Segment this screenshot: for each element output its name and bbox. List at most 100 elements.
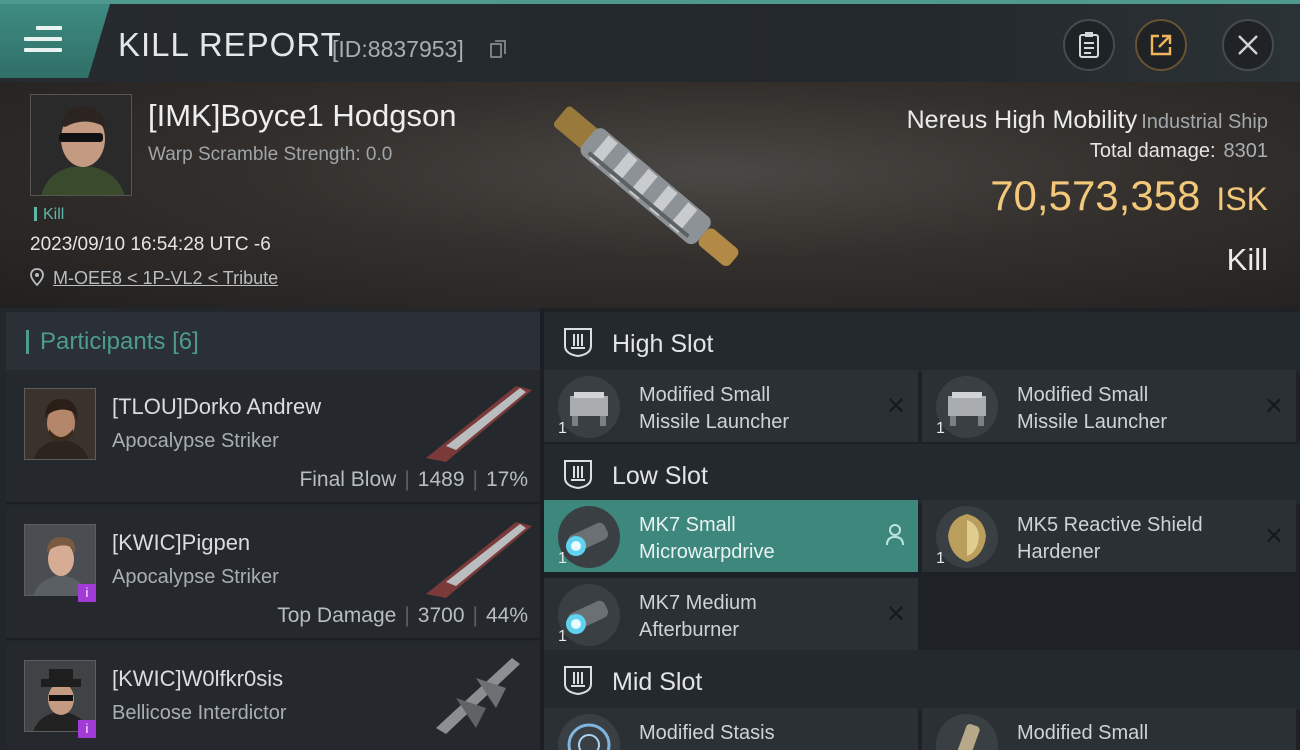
clipboard-button[interactable] bbox=[1063, 19, 1115, 71]
module-name: Modified Small bbox=[1017, 720, 1148, 747]
participant-row[interactable]: i [KWIC]Pigpen Apocalypse Striker Top Da… bbox=[6, 506, 540, 640]
afterburner-icon bbox=[558, 584, 620, 646]
menu-button[interactable] bbox=[0, 4, 110, 78]
report-id: [ID:8837953] bbox=[332, 36, 464, 62]
module-name: MK7 Medium Afterburner bbox=[639, 590, 757, 644]
participant-name: [TLOU]Dorko Andrew bbox=[112, 394, 322, 419]
participant-stats: Final Blow | 1489 | 17% bbox=[299, 468, 528, 491]
module-name-line2: Missile Launcher bbox=[1017, 411, 1168, 433]
low-slot-label: Low Slot bbox=[612, 462, 708, 490]
kill-datetime: 2023/09/10 16:54:28 UTC -6 bbox=[30, 234, 271, 255]
isk-amount: 70,573,358 bbox=[990, 172, 1201, 219]
kill-location-link[interactable]: M-OEE8 < 1P-VL2 < Tribute bbox=[53, 268, 278, 289]
participants-label: Participants bbox=[40, 328, 166, 355]
module-name: MK7 Small Microwarpdrive bbox=[639, 512, 775, 566]
clipboard-icon bbox=[1079, 32, 1099, 58]
participant-ship: Apocalypse Striker bbox=[112, 430, 279, 452]
module-name-line1: MK5 Reactive Shield bbox=[1017, 514, 1203, 536]
module-name-line2: Missile Launcher bbox=[639, 411, 790, 433]
low-slot-icon bbox=[564, 460, 592, 490]
module-name: Modified Small Missile Launcher bbox=[639, 382, 789, 436]
participant-row[interactable]: [TLOU]Dorko Andrew Apocalypse Striker Fi… bbox=[6, 370, 540, 504]
module-quantity: 1 bbox=[936, 420, 945, 437]
microwarpdrive-icon bbox=[558, 506, 620, 568]
mid-slot-icon bbox=[564, 666, 592, 696]
module-name-line1: Modified Small bbox=[1017, 384, 1149, 406]
dropped-person-icon bbox=[886, 524, 904, 546]
page-title: KILL REPORT bbox=[118, 26, 342, 63]
destroyed-icon: ✕ bbox=[885, 393, 906, 420]
participant-row[interactable]: i [KWIC]W0lfkr0sis Bellicose Interdictor bbox=[6, 642, 540, 750]
module-card[interactable]: 1 MK5 Reactive Shield Hardener ✕ bbox=[922, 500, 1296, 572]
mid-slot-header: Mid Slot bbox=[544, 650, 1300, 710]
close-button[interactable] bbox=[1222, 19, 1274, 71]
module-quantity: 1 bbox=[558, 550, 567, 567]
module-quantity: 1 bbox=[558, 628, 567, 645]
participants-count: [6] bbox=[172, 328, 199, 355]
copy-icon[interactable] bbox=[490, 40, 506, 58]
participant-role: Final Blow bbox=[299, 468, 397, 491]
module-card[interactable]: 1 MK7 Medium Afterburner ✕ bbox=[544, 578, 918, 650]
participant-role: Top Damage bbox=[277, 604, 397, 627]
participant-damage: 1489 bbox=[417, 468, 465, 491]
module-generic-icon bbox=[936, 714, 998, 750]
close-icon bbox=[1238, 35, 1258, 55]
participant-ship-image bbox=[426, 386, 532, 462]
participants-panel: Participants [6] [TLOU]Dorko Andrew Apoc… bbox=[0, 308, 540, 750]
module-name-line2: Afterburner bbox=[639, 619, 740, 641]
menu-icon bbox=[24, 26, 62, 56]
share-button[interactable] bbox=[1135, 19, 1187, 71]
victim-ship-image bbox=[553, 106, 739, 267]
isk-value: 70,573,358 ISK bbox=[990, 172, 1268, 220]
module-card[interactable]: Modified Small bbox=[922, 708, 1296, 750]
module-name-line2: Hardener bbox=[1017, 541, 1101, 563]
participant-ship-image bbox=[436, 658, 520, 734]
module-card[interactable]: 1 Modified Small Missile Launcher ✕ bbox=[544, 370, 918, 442]
module-name-line1: Modified Small bbox=[1017, 722, 1149, 744]
isk-unit: ISK bbox=[1216, 181, 1268, 217]
high-slot-label: High Slot bbox=[612, 330, 714, 358]
low-slot-header: Low Slot bbox=[544, 444, 1300, 504]
header-bar: KILL REPORT [ID:8837953] bbox=[0, 4, 1300, 82]
module-card[interactable]: 1 MK7 Small Microwarpdrive bbox=[544, 500, 918, 572]
participant-ship: Apocalypse Striker bbox=[112, 566, 279, 588]
module-card[interactable]: 1 Modified Small Missile Launcher ✕ bbox=[922, 370, 1296, 442]
share-icon bbox=[1150, 34, 1172, 56]
info-badge[interactable]: i bbox=[78, 720, 96, 738]
ship-name-text: Nereus High Mobility bbox=[906, 106, 1138, 134]
high-slot-header: High Slot bbox=[544, 312, 1300, 372]
participant-ship-image bbox=[426, 522, 532, 598]
module-card[interactable]: Modified Stasis bbox=[544, 708, 918, 750]
participants-header: Participants [6] bbox=[6, 312, 540, 370]
module-name: Modified Small Missile Launcher bbox=[1017, 382, 1167, 436]
module-name: MK5 Reactive Shield Hardener bbox=[1017, 512, 1203, 566]
location-pin-icon bbox=[30, 268, 44, 286]
warp-scramble-strength: Warp Scramble Strength: 0.0 bbox=[148, 144, 393, 165]
module-name-line1: MK7 Medium bbox=[639, 592, 757, 614]
stasis-webifier-icon bbox=[558, 714, 620, 750]
participant-name: [KWIC]W0lfkr0sis bbox=[112, 666, 284, 691]
shield-hardener-icon bbox=[936, 506, 998, 568]
participant-stats: Top Damage | 3700 | 44% bbox=[277, 604, 528, 627]
module-name-line2: Microwarpdrive bbox=[639, 541, 775, 563]
missile-launcher-icon bbox=[936, 376, 998, 438]
participant-avatar[interactable] bbox=[24, 388, 96, 460]
module-name: Modified Stasis bbox=[639, 720, 775, 747]
mid-slot-label: Mid Slot bbox=[612, 668, 703, 696]
module-name-line1: Modified Stasis bbox=[639, 722, 775, 744]
victim-avatar[interactable] bbox=[30, 94, 132, 196]
kill-tag: Kill bbox=[34, 206, 64, 224]
participant-percent: 17% bbox=[485, 468, 528, 491]
total-damage-label: Total damage: bbox=[1089, 140, 1216, 162]
destroyed-icon: ✕ bbox=[1263, 523, 1284, 550]
participant-ship: Bellicose Interdictor bbox=[112, 702, 287, 724]
participant-name: [KWIC]Pigpen bbox=[112, 530, 251, 555]
module-name-line1: Modified Small bbox=[639, 384, 771, 406]
module-quantity: 1 bbox=[558, 420, 567, 437]
total-damage-value: 8301 bbox=[1223, 140, 1269, 162]
high-slot-icon bbox=[564, 328, 592, 358]
kill-result: Kill bbox=[1226, 242, 1268, 277]
info-badge[interactable]: i bbox=[78, 584, 96, 602]
participant-damage: 3700 bbox=[417, 604, 465, 627]
module-quantity: 1 bbox=[936, 550, 945, 567]
